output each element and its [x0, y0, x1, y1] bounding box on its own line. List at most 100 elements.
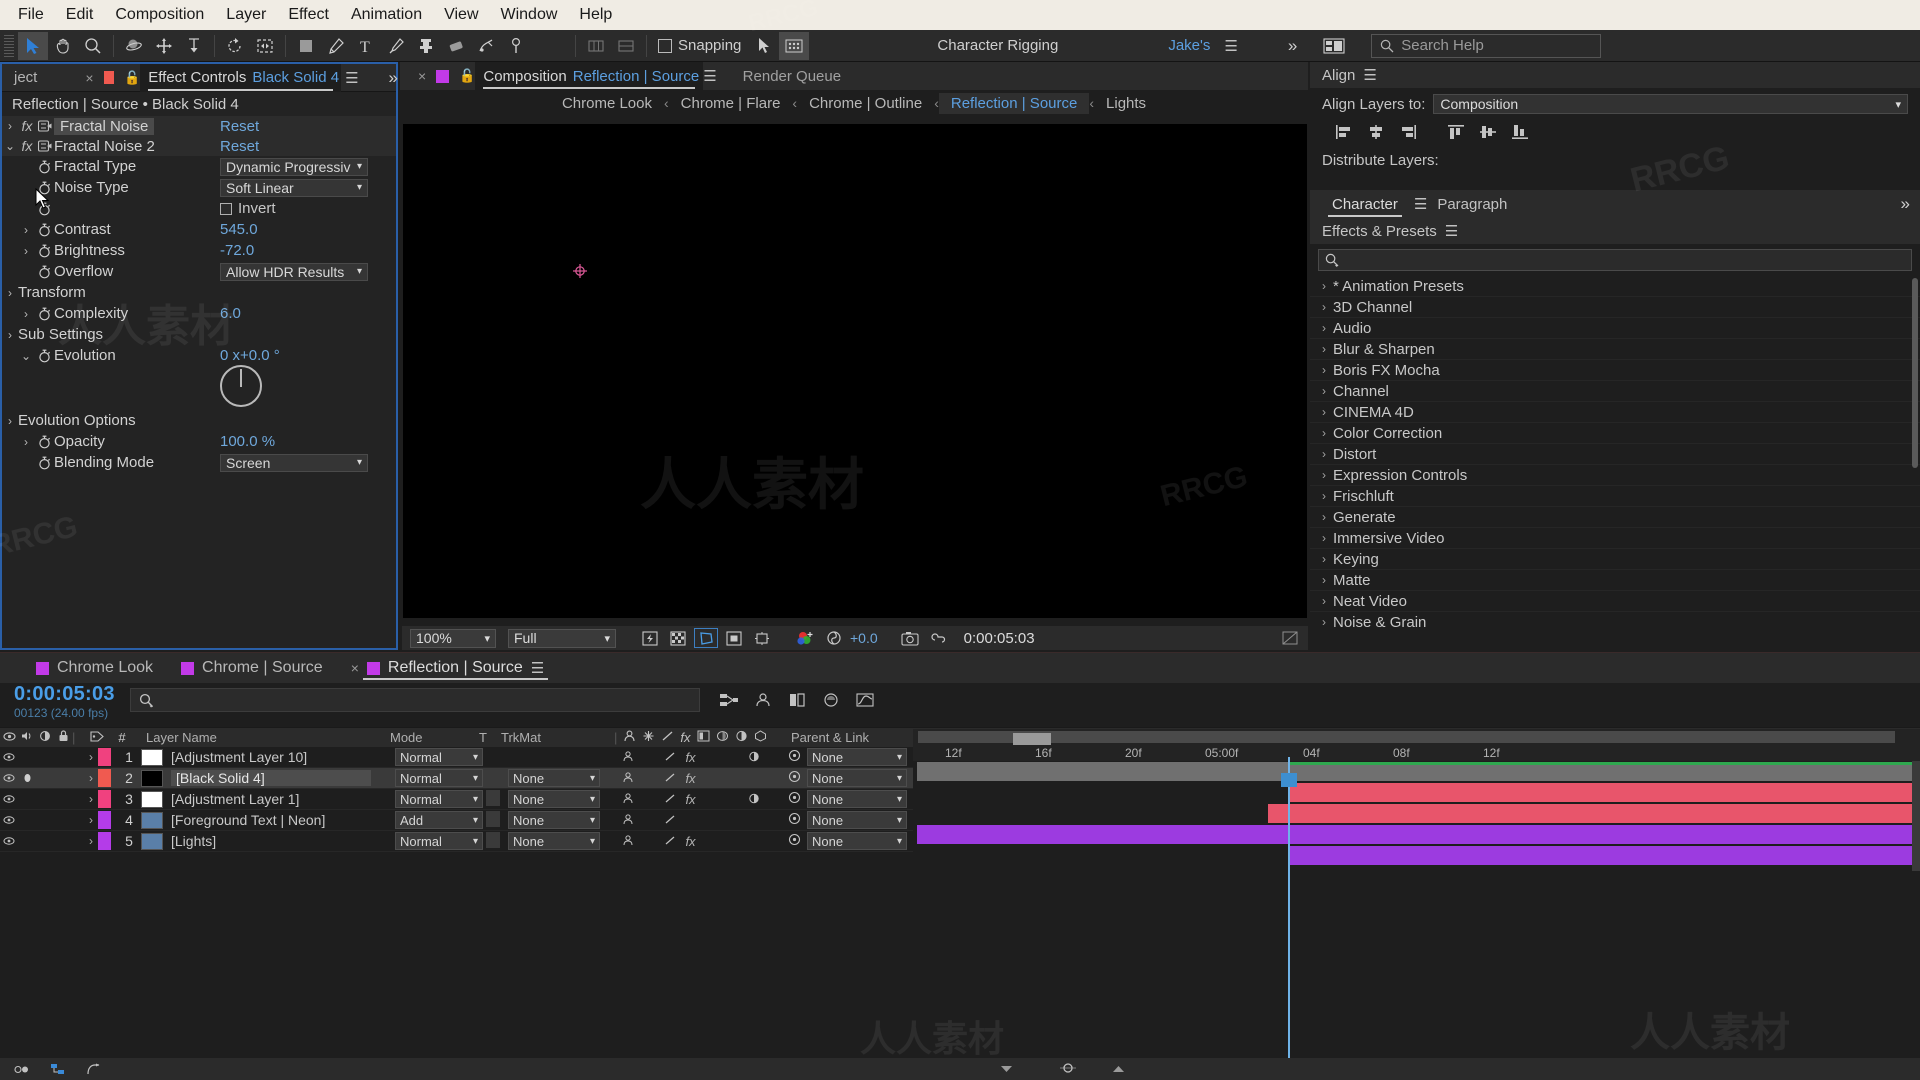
parent-pickwhip-icon[interactable]: [788, 770, 801, 786]
current-timecode[interactable]: 0:00:05:03: [964, 630, 1035, 647]
selection-tool-icon[interactable]: [18, 31, 48, 60]
shy-switch-icon[interactable]: [619, 834, 636, 849]
layer-trkmat-select[interactable]: None ▾: [508, 790, 600, 808]
timeline-options-icon[interactable]: [82, 1058, 104, 1080]
chevron-right-icon[interactable]: ·: [18, 265, 34, 279]
snap-arrow-icon[interactable]: [749, 32, 779, 60]
close-icon[interactable]: ×: [351, 660, 359, 676]
dolly-tool-icon[interactable]: [179, 32, 209, 60]
align-left-icon[interactable]: [1330, 120, 1358, 144]
effects-category-neat-video[interactable]: › Neat Video: [1310, 591, 1920, 612]
panel-menu-icon[interactable]: ☰: [703, 67, 716, 85]
chevron-right-icon[interactable]: ›: [1322, 426, 1326, 440]
panel-overflow-icon[interactable]: »: [389, 68, 399, 88]
effect-param-value[interactable]: 545.0: [220, 221, 258, 238]
close-icon[interactable]: ×: [418, 68, 426, 84]
quality-switch-icon[interactable]: [661, 813, 678, 828]
layer-mode-select[interactable]: Normal ▾: [395, 832, 483, 850]
tab-effect-controls[interactable]: Effect Controls Black Solid 4: [140, 63, 342, 92]
layer-bar-4[interactable]: [917, 825, 1912, 844]
layer-audio-toggle[interactable]: [18, 770, 36, 786]
chevron-right-icon[interactable]: ·: [18, 202, 34, 216]
effects-category-expression-controls[interactable]: › Expression Controls: [1310, 465, 1920, 486]
align-right-icon[interactable]: [1394, 120, 1422, 144]
type-tool-icon[interactable]: T: [351, 32, 381, 60]
layer-label-color[interactable]: [98, 790, 111, 808]
effect-row-evolution-options[interactable]: › Evolution Options: [2, 410, 396, 431]
effect-param-select[interactable]: Dynamic Progressiv ▾: [220, 157, 368, 176]
effect-param-value[interactable]: -72.0: [220, 242, 254, 259]
adjustment-layer-switch-icon[interactable]: [745, 792, 762, 807]
resolution-select[interactable]: Full ▾: [508, 628, 616, 648]
snapping-checkbox[interactable]: [658, 38, 672, 53]
fast-preview-icon[interactable]: [638, 628, 662, 648]
effects-category-frischluft[interactable]: › Frischluft: [1310, 486, 1920, 507]
rotation-tool-icon[interactable]: [220, 32, 250, 60]
effects-category-3d-channel[interactable]: › 3D Channel: [1310, 297, 1920, 318]
masks-icon[interactable]: [694, 628, 718, 648]
effect-param-select[interactable]: Allow HDR Results ▾: [220, 262, 368, 281]
layer-trkmat-select[interactable]: None ▾: [508, 811, 600, 829]
effect-row-fractal-noise-2[interactable]: ⌄ fx Fractal Noise 2 Reset: [2, 136, 396, 156]
reset-link[interactable]: Reset: [220, 118, 259, 135]
layer-mode-select[interactable]: Normal ▾: [395, 769, 483, 787]
menu-item-edit[interactable]: Edit: [56, 3, 104, 27]
align-bottom-icon[interactable]: [1506, 120, 1534, 144]
chevron-right-icon[interactable]: ›: [18, 244, 34, 258]
effects-category-immersive-video[interactable]: › Immersive Video: [1310, 528, 1920, 549]
layer-parent-select[interactable]: None ▾: [807, 790, 907, 808]
effects-switch-icon[interactable]: fx: [682, 771, 699, 786]
project-tab-partial[interactable]: ject: [6, 64, 47, 92]
frame-blending-icon[interactable]: [786, 689, 808, 711]
composition-canvas[interactable]: [403, 123, 1307, 618]
region-of-interest-icon[interactable]: [250, 32, 280, 60]
effect-row-sub-settings[interactable]: › Sub Settings: [2, 324, 396, 345]
layer-name-cell[interactable]: [Adjustment Layer 1]: [141, 790, 391, 808]
exposure-reset-icon[interactable]: [822, 628, 846, 648]
chevron-right-icon[interactable]: ›: [1322, 510, 1326, 524]
panel-menu-icon[interactable]: ☰: [345, 69, 358, 87]
chevron-right-icon[interactable]: ›: [1322, 447, 1326, 461]
puppet-pin-icon[interactable]: [501, 32, 531, 60]
stopwatch-icon[interactable]: [34, 435, 54, 449]
align-center-horizontal-icon[interactable]: [1362, 120, 1390, 144]
panel-overflow-icon[interactable]: »: [1901, 194, 1911, 214]
effects-category-distort[interactable]: › Distort: [1310, 444, 1920, 465]
chevron-right-icon[interactable]: ›: [84, 813, 98, 827]
chevron-down-icon[interactable]: ⌄: [18, 349, 34, 363]
scrollbar-thumb[interactable]: [1912, 278, 1918, 468]
close-icon[interactable]: ×: [85, 70, 93, 86]
chevron-right-icon[interactable]: ›: [84, 792, 98, 806]
panel-menu-icon[interactable]: ☰: [531, 659, 544, 677]
layer-parent-select[interactable]: None ▾: [807, 769, 907, 787]
timeline-zoom-in-icon[interactable]: [1112, 1061, 1125, 1078]
quality-switch-icon[interactable]: [661, 834, 678, 849]
hand-tool-icon[interactable]: [48, 32, 78, 60]
effects-category-audio[interactable]: › Audio: [1310, 318, 1920, 339]
layer-name[interactable]: [Lights]: [171, 833, 216, 849]
user-workspace-label[interactable]: Jake's: [1168, 37, 1210, 54]
parent-pickwhip-icon[interactable]: [788, 749, 801, 765]
chevron-right-icon[interactable]: ·: [18, 456, 34, 470]
invert-checkbox[interactable]: [220, 202, 232, 215]
breadcrumb-item-chrome-flare[interactable]: Chrome | Flare: [669, 93, 793, 114]
title-safe-icon[interactable]: [722, 628, 746, 648]
chevron-right-icon[interactable]: ›: [1322, 573, 1326, 587]
effects-category-noise-grain[interactable]: › Noise & Grain: [1310, 612, 1920, 631]
brush-tool-icon[interactable]: [381, 32, 411, 60]
tab-composition[interactable]: Composition Reflection | Source: [475, 62, 704, 90]
layer-name[interactable]: [Adjustment Layer 10]: [171, 749, 307, 765]
cti-head[interactable]: [1281, 773, 1297, 787]
comp-render-flowchart-icon[interactable]: [46, 1058, 68, 1080]
menu-item-window[interactable]: Window: [491, 3, 568, 27]
layer-name-cell[interactable]: [Adjustment Layer 10]: [141, 748, 391, 766]
menu-item-file[interactable]: File: [8, 3, 54, 27]
breadcrumb-item-lights[interactable]: Lights: [1094, 93, 1158, 114]
effects-category-generate[interactable]: › Generate: [1310, 507, 1920, 528]
toggle-switches-modes-icon[interactable]: [10, 1058, 32, 1080]
chevron-right-icon[interactable]: ›: [2, 414, 18, 428]
workspace-menu-icon[interactable]: ☰: [1224, 37, 1237, 55]
chevron-right-icon[interactable]: ›: [2, 286, 18, 300]
parent-pickwhip-icon[interactable]: [788, 791, 801, 807]
breadcrumb-item-chrome-outline[interactable]: Chrome | Outline: [797, 93, 934, 114]
